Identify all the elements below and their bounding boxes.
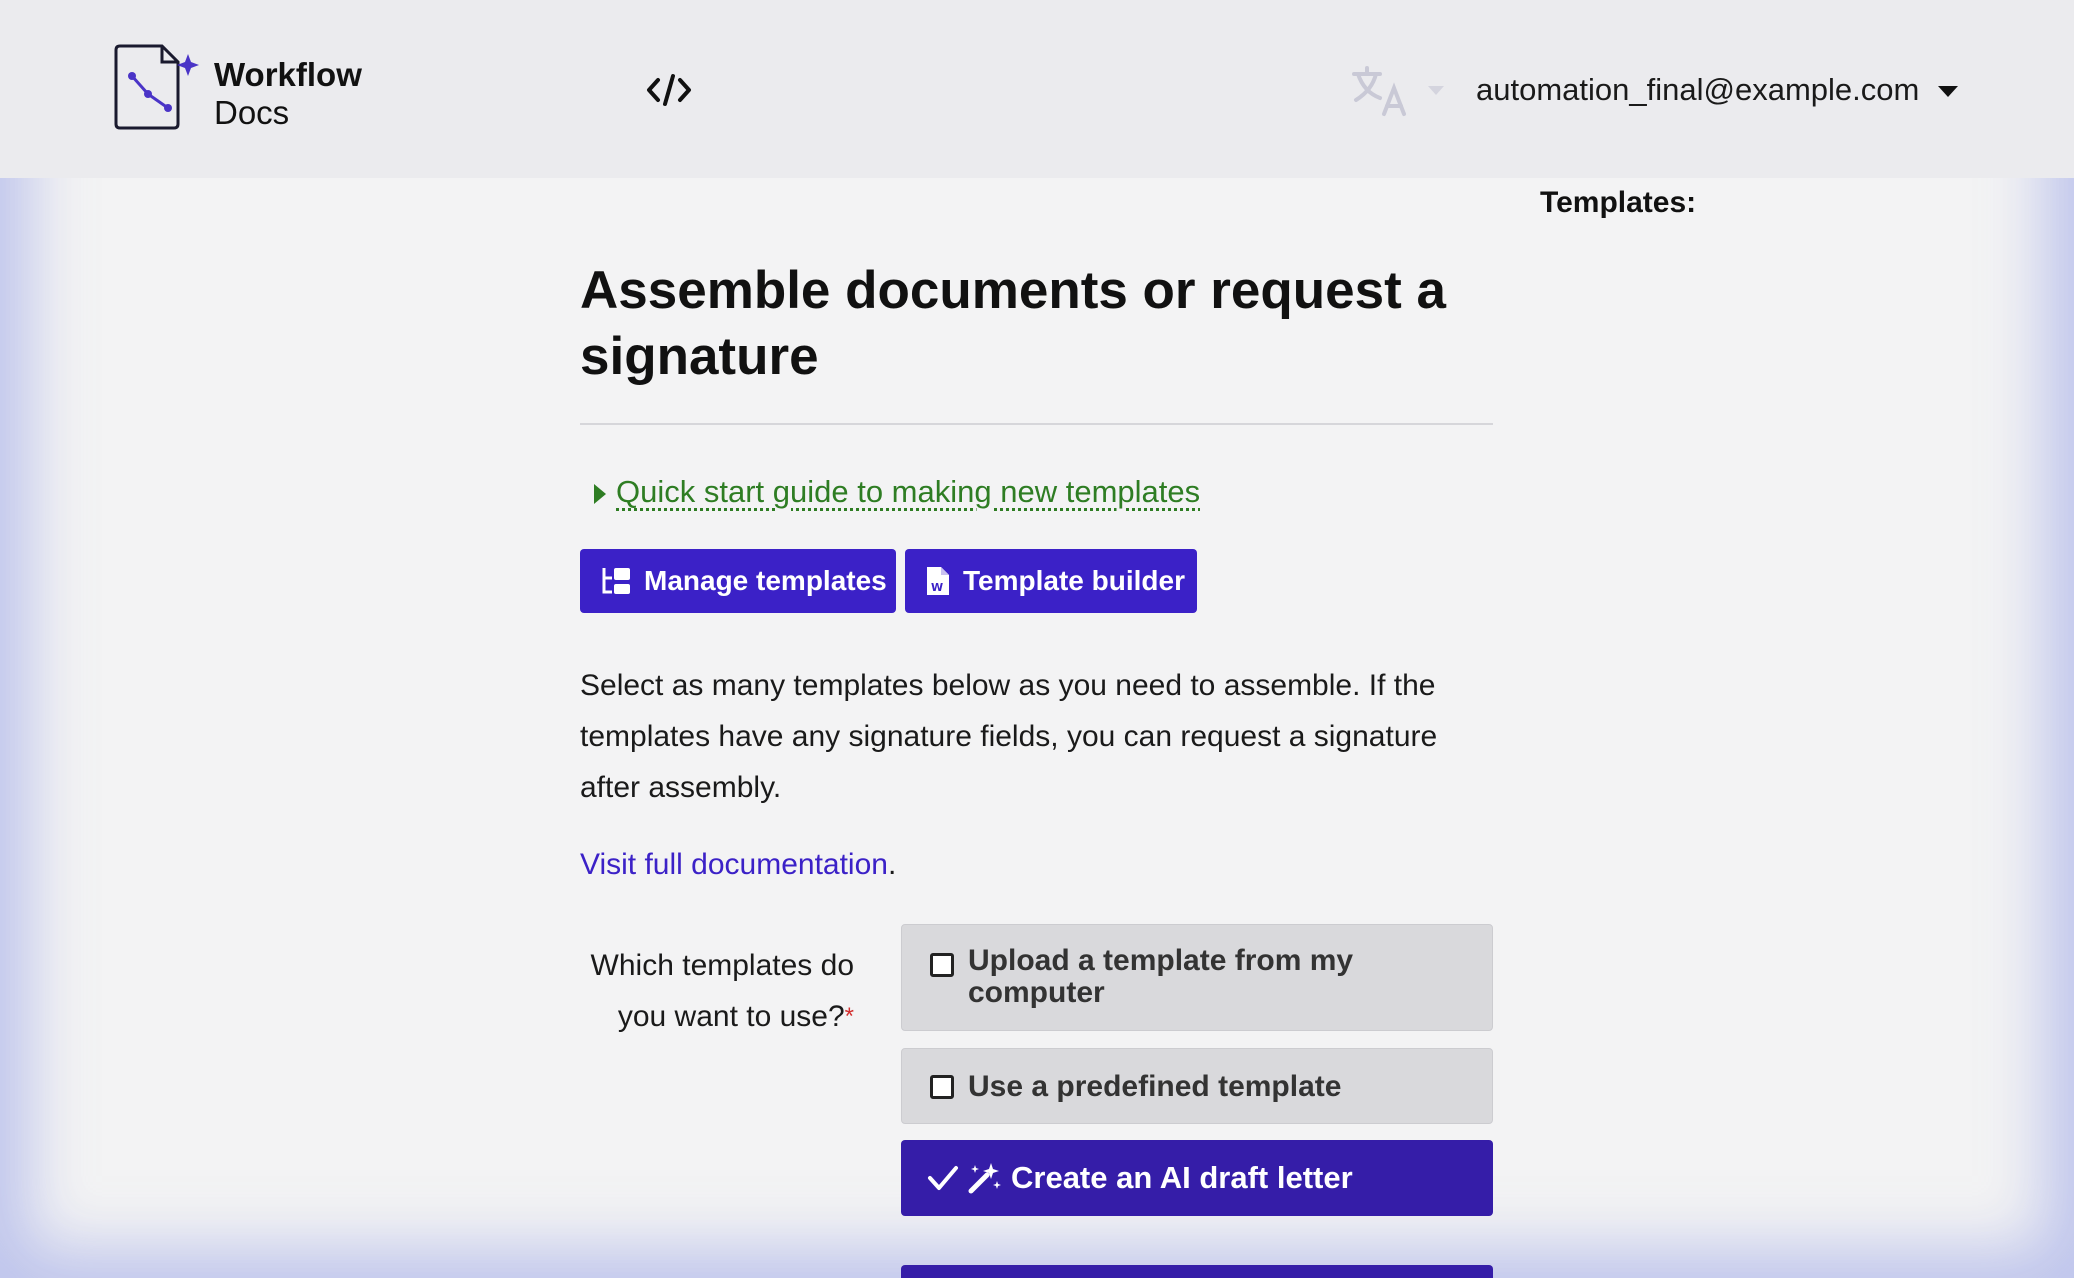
- documentation-suffix: .: [887, 848, 897, 881]
- manage-templates-label: Manage templates: [644, 565, 887, 596]
- template-builder-button[interactable]: W Template builder: [905, 549, 1197, 613]
- full-documentation-link[interactable]: Visit full documentation: [580, 848, 888, 881]
- word-file-icon: W: [927, 567, 949, 595]
- chevron-down-icon[interactable]: [1938, 86, 1958, 98]
- translate-icon[interactable]: [1350, 66, 1410, 118]
- manage-templates-button[interactable]: Manage templates: [580, 549, 896, 613]
- user-menu[interactable]: automation_final@example.com: [1476, 72, 1919, 108]
- question-text: Which templates do you want to use?: [590, 949, 854, 1033]
- divider: [580, 423, 1493, 425]
- next-button[interactable]: [901, 1265, 1493, 1278]
- app-frame: Workflow Docs automation_final@example.c…: [0, 0, 2074, 1278]
- page-title: Assemble documents or request a signatur…: [580, 261, 1446, 386]
- upload-template-label: Upload a template from my computer: [968, 944, 1354, 1009]
- upload-template-option[interactable]: Upload a template from my computer: [901, 924, 1493, 1031]
- quick-start-guide-link[interactable]: Quick start guide to making new template…: [616, 474, 1200, 510]
- required-asterisk: *: [844, 1003, 854, 1030]
- check-icon: [928, 1166, 958, 1190]
- ai-draft-letter-label: Create an AI draft letter: [1011, 1160, 1353, 1195]
- predefined-template-label: Use a predefined template: [968, 1070, 1342, 1103]
- magic-wand-icon: [968, 1163, 1001, 1194]
- templates-sidebar-heading: Templates:: [1540, 186, 1697, 219]
- predefined-template-option[interactable]: Use a predefined template: [901, 1048, 1493, 1124]
- sitemap-icon: [602, 568, 630, 594]
- navbar: Workflow Docs automation_final@example.c…: [0, 0, 2074, 178]
- templates-question-label: Which templates do you want to use?*: [590, 940, 854, 1042]
- brand-name[interactable]: Workflow: [214, 56, 362, 94]
- code-icon[interactable]: [646, 72, 692, 108]
- document-workflow-logo-icon[interactable]: [110, 42, 206, 132]
- template-builder-label: Template builder: [963, 565, 1185, 596]
- caret-right-icon[interactable]: [594, 484, 606, 504]
- ai-draft-letter-option[interactable]: Create an AI draft letter: [901, 1140, 1493, 1216]
- documentation-line: Visit full documentation.: [580, 848, 896, 882]
- checkbox[interactable]: [930, 953, 954, 977]
- svg-text:W: W: [931, 581, 943, 594]
- brand-subtitle[interactable]: Docs: [214, 94, 289, 132]
- checkbox[interactable]: [930, 1075, 954, 1099]
- intro-text: Select as many templates below as you ne…: [580, 669, 1438, 804]
- chevron-down-icon[interactable]: [1428, 86, 1444, 96]
